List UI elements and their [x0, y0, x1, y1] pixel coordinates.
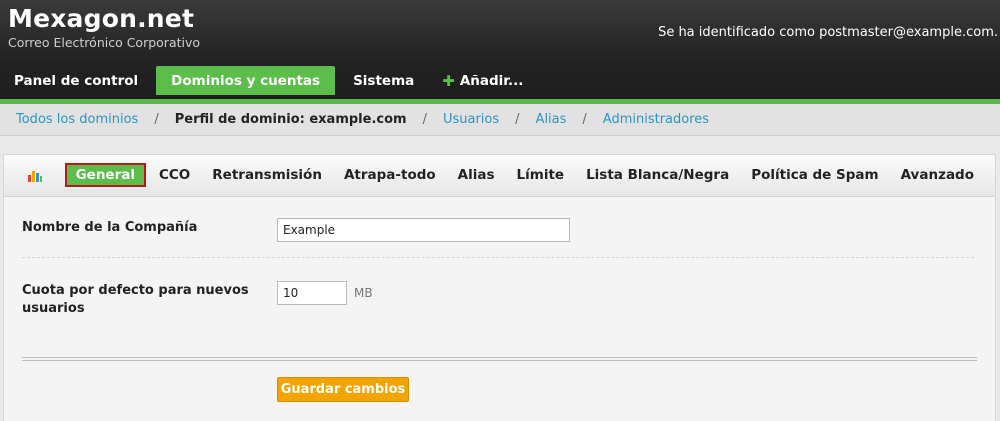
breadcrumb: Todos los dominios / Perfil de dominio: …	[0, 104, 1000, 136]
breadcrumb-separator: /	[154, 112, 159, 127]
breadcrumb-separator: /	[582, 112, 587, 127]
tab-politica-de-spam[interactable]: Política de Spam	[740, 163, 889, 187]
quota-unit: MB	[354, 286, 373, 300]
default-quota-input[interactable]	[277, 281, 347, 305]
domain-settings-panel: General CCO Retransmisión Atrapa-todo Al…	[3, 154, 996, 421]
default-quota-label: Cuota por defecto para nuevos usuarios	[22, 283, 249, 316]
nav-sistema[interactable]: Sistema	[339, 66, 428, 95]
nav-item-label: Dominios y cuentas	[171, 72, 321, 89]
breadcrumb-alias[interactable]: Alias	[536, 112, 567, 127]
form-footer-divider	[22, 357, 977, 361]
app-header: Mexagon.net Correo Electrónico Corporati…	[0, 0, 1000, 104]
tab-avanzado[interactable]: Avanzado	[890, 163, 985, 187]
nav-dominios-y-cuentas[interactable]: Dominios y cuentas	[156, 66, 336, 95]
breadcrumb-perfil-de-dominio: Perfil de dominio: example.com	[174, 112, 407, 127]
save-changes-button[interactable]: Guardar cambios	[277, 377, 409, 402]
main-navigation: Panel de control Dominios y cuentas Sist…	[0, 66, 537, 99]
row-divider	[22, 257, 974, 258]
nav-anadir[interactable]: ✚ Añadir...	[428, 66, 537, 95]
settings-tab-bar: General CCO Retransmisión Atrapa-todo Al…	[4, 155, 995, 197]
tab-general[interactable]: General	[64, 163, 146, 187]
tab-alias[interactable]: Alias	[447, 163, 506, 187]
tab-retransmision[interactable]: Retransmisión	[201, 163, 333, 187]
breadcrumb-separator: /	[515, 112, 520, 127]
logged-in-user: Se ha identificado como postmaster@examp…	[658, 25, 998, 40]
breadcrumb-separator: /	[422, 112, 427, 127]
nav-item-label: Añadir...	[459, 72, 524, 89]
company-name-label: Nombre de la Compañía	[22, 220, 198, 235]
brand-subtitle: Correo Electrónico Corporativo	[8, 35, 201, 50]
breadcrumb-todos-los-dominios[interactable]: Todos los dominios	[16, 112, 138, 127]
bar-chart-icon[interactable]	[27, 167, 43, 183]
nav-panel-de-control[interactable]: Panel de control	[0, 66, 152, 95]
nav-item-label: Sistema	[353, 72, 415, 89]
tab-cco[interactable]: CCO	[148, 163, 201, 187]
breadcrumb-administradores[interactable]: Administradores	[603, 112, 709, 127]
company-name-input[interactable]	[277, 218, 570, 242]
settings-tabs: General CCO Retransmisión Atrapa-todo Al…	[64, 163, 985, 187]
nav-item-label: Panel de control	[14, 72, 139, 89]
tab-lista-blanca-negra[interactable]: Lista Blanca/Negra	[575, 163, 740, 187]
plus-icon: ✚	[442, 71, 455, 90]
tab-atrapa-todo[interactable]: Atrapa-todo	[333, 163, 447, 187]
tab-limite[interactable]: Límite	[506, 163, 576, 187]
breadcrumb-usuarios[interactable]: Usuarios	[443, 112, 499, 127]
brand-title[interactable]: Mexagon.net	[8, 4, 194, 33]
